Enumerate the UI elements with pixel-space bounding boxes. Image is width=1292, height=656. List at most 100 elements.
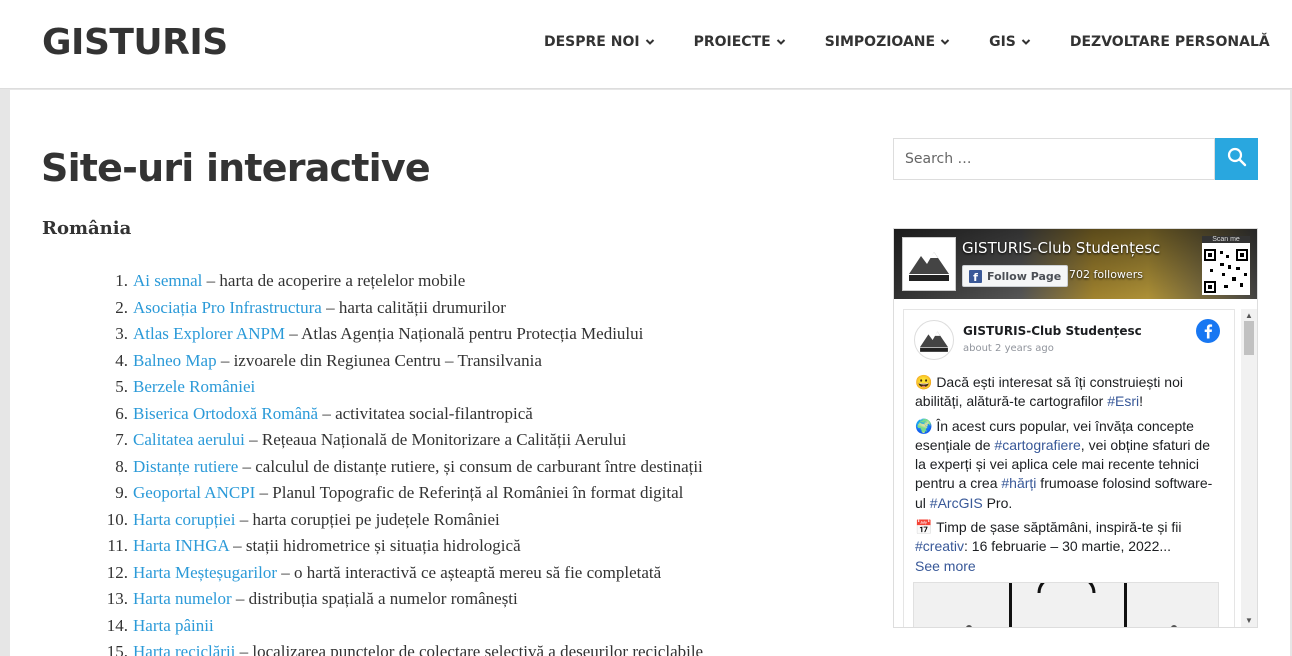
search-input[interactable] <box>894 139 1214 179</box>
site-link[interactable]: Harta pâinii <box>133 616 214 635</box>
site-description: – Atlas Agenția Națională pentru Protecț… <box>285 324 644 343</box>
page-name[interactable]: GISTURIS-Club Studențesc <box>962 239 1160 257</box>
post-image[interactable] <box>913 582 1219 627</box>
list-item: 10. Harta corupției – harta corupției pe … <box>88 507 703 534</box>
site-link[interactable]: Biserica Ortodoxă Română <box>133 404 318 423</box>
site-description: – stații hidrometrice și situația hidrol… <box>228 536 521 555</box>
site-list: 1. Ai semnal – harta de acoperire a rețel… <box>88 268 703 656</box>
hashtag-link[interactable]: #hărți <box>1001 475 1036 491</box>
item-number: 7. <box>115 430 128 449</box>
item-number: 1. <box>115 271 128 290</box>
list-item: 5. Berzele României <box>88 374 703 401</box>
hashtag-link[interactable]: #ArcGIS <box>930 495 983 511</box>
main-content: Site-uri interactive România 1. Ai semnal… <box>10 90 1290 656</box>
followers-count: 702 followers <box>1069 268 1143 281</box>
site-description: – harta de acoperire a rețelelor mobile <box>202 271 466 290</box>
nav-label: DESPRE NOI <box>544 34 640 50</box>
site-description: – o hartă interactivă ce așteaptă mereu … <box>276 562 662 582</box>
post-author-name[interactable]: GISTURIS-Club Studențesc <box>963 324 1142 338</box>
post-author-avatar[interactable] <box>914 320 954 360</box>
follow-page-button[interactable]: f Follow Page <box>962 265 1069 287</box>
list-item: 8. Distanțe rutiere – calculul de distanț… <box>88 454 703 481</box>
search-box <box>893 138 1215 180</box>
post-text-segment: : 16 februarie – 30 martie, 2022... <box>964 538 1172 555</box>
search-icon <box>1227 147 1247 172</box>
nav-dezvoltare-personala[interactable]: DEZVOLTARE PERSONALĂ <box>1070 34 1270 50</box>
item-number: 15. <box>106 642 128 656</box>
list-item: 4. Balneo Map – izvoarele din Regiunea Ce… <box>88 348 703 375</box>
nav-gis[interactable]: GIS <box>989 34 1031 50</box>
list-item: 14. Harta pâinii <box>88 613 703 640</box>
nav-label: GIS <box>989 34 1016 50</box>
site-link[interactable]: Harta reciclării <box>133 642 235 656</box>
scroll-thumb[interactable] <box>1244 321 1254 355</box>
site-link[interactable]: Ai semnal <box>133 271 202 290</box>
search-button[interactable] <box>1215 138 1258 180</box>
hashtag-link[interactable]: #cartografiere <box>994 437 1080 453</box>
post-paragraph: 📅 Timp de șase săptămâni, inspiră-te și … <box>915 518 1220 576</box>
post-text: 😀 Dacă ești interesat să îți construieșt… <box>915 373 1220 581</box>
site-link[interactable]: Berzele României <box>133 377 255 396</box>
page-title: Site-uri interactive <box>41 146 431 190</box>
list-item: 7. Calitatea aerului – Rețeaua Națională … <box>88 427 703 454</box>
site-description: – localizarea punctelor de colectare sel… <box>235 642 704 656</box>
item-number: 13. <box>106 589 128 608</box>
page-avatar[interactable] <box>902 237 956 291</box>
site-link[interactable]: Calitatea aerului <box>133 430 245 449</box>
site-link[interactable]: Atlas Explorer ANPM <box>133 324 285 343</box>
nav-proiecte[interactable]: PROIECTE <box>694 34 786 50</box>
facebook-logo-icon[interactable] <box>1196 319 1220 348</box>
item-number: 5. <box>115 377 128 396</box>
site-header: GISTURIS DESPRE NOI PROIECTE SIMPOZIOANE… <box>0 0 1292 89</box>
nav-label: PROIECTE <box>693 34 771 50</box>
post-text-segment: ! <box>1139 393 1143 410</box>
widget-scrollbar[interactable]: ▲ ▼ <box>1241 309 1257 627</box>
post-timestamp[interactable]: about 2 years ago <box>963 343 1054 354</box>
site-link[interactable]: Geoportal ANCPI <box>133 483 255 502</box>
scan-label: Scan me <box>1202 236 1250 243</box>
site-link[interactable]: Harta numelor <box>133 589 232 608</box>
site-link[interactable]: Asociația Pro Infrastructura <box>133 298 322 317</box>
list-item: 12. Harta Meșteșugarilor – o hartă intera… <box>88 560 703 587</box>
chevron-down-icon <box>776 37 786 47</box>
see-more-link[interactable]: See more <box>915 558 976 574</box>
list-item: 2. Asociația Pro Infrastructura – harta c… <box>88 295 703 322</box>
item-number: 2. <box>115 297 128 317</box>
list-item: 6. Biserica Ortodoxă Română – activitatea… <box>88 401 703 428</box>
item-number: 12. <box>106 562 128 582</box>
site-link[interactable]: Distanțe rutiere <box>133 457 238 476</box>
item-number: 9. <box>115 483 128 502</box>
item-number: 3. <box>115 324 128 343</box>
list-item: 13. Harta numelor – distribuția spațială … <box>88 586 703 613</box>
nav-simpozioane[interactable]: SIMPOZIOANE <box>825 34 950 50</box>
main-nav: DESPRE NOI PROIECTE SIMPOZIOANE GIS DEZV… <box>544 34 1270 50</box>
qr-code-image: Scan me <box>1202 236 1250 295</box>
follow-label: Follow Page <box>987 269 1062 283</box>
list-item: 1. Ai semnal – harta de acoperire a rețel… <box>88 268 703 295</box>
list-item: 11. Harta INHGA – stații hidrometrice și … <box>88 533 703 560</box>
site-description: – harta calității drumurilor <box>321 297 506 317</box>
site-link[interactable]: Harta corupției <box>133 510 235 529</box>
site-description: – izvoarele din Regiunea Centru – Transi… <box>216 350 542 370</box>
scroll-up-arrow-icon[interactable]: ▲ <box>1245 311 1253 320</box>
item-number: 6. <box>115 403 128 423</box>
nav-despre-noi[interactable]: DESPRE NOI <box>544 34 655 50</box>
facebook-f-icon: f <box>969 269 982 283</box>
hashtag-link[interactable]: #Esri <box>1107 393 1139 409</box>
site-description: – distribuția spațială a numelor româneș… <box>231 589 518 608</box>
site-description: – Rețeaua Națională de Monitorizare a Ca… <box>244 430 627 449</box>
scroll-down-arrow-icon[interactable]: ▼ <box>1245 616 1253 625</box>
hashtag-link[interactable]: #creativ <box>915 538 964 554</box>
site-link[interactable]: Balneo Map <box>133 351 217 370</box>
list-item: 3. Atlas Explorer ANPM – Atlas Agenția Na… <box>88 321 703 348</box>
list-item: 15. Harta reciclării – localizarea puncte… <box>88 639 703 656</box>
nav-label: DEZVOLTARE PERSONALĂ <box>1069 34 1270 50</box>
facebook-page-widget: GISTURIS-Club Studențesc f Follow Page 7… <box>893 228 1258 628</box>
site-link[interactable]: Harta Meșteșugarilor <box>133 563 277 582</box>
site-link[interactable]: Harta INHGA <box>133 536 229 555</box>
item-number: 11. <box>107 536 128 555</box>
site-description: – harta corupției pe județele României <box>235 509 500 529</box>
site-description: – Planul Topografic de Referință al Româ… <box>255 483 684 502</box>
post-paragraph: 😀 Dacă ești interesat să îți construieșt… <box>915 373 1220 412</box>
site-logo[interactable]: GISTURIS <box>42 22 228 63</box>
